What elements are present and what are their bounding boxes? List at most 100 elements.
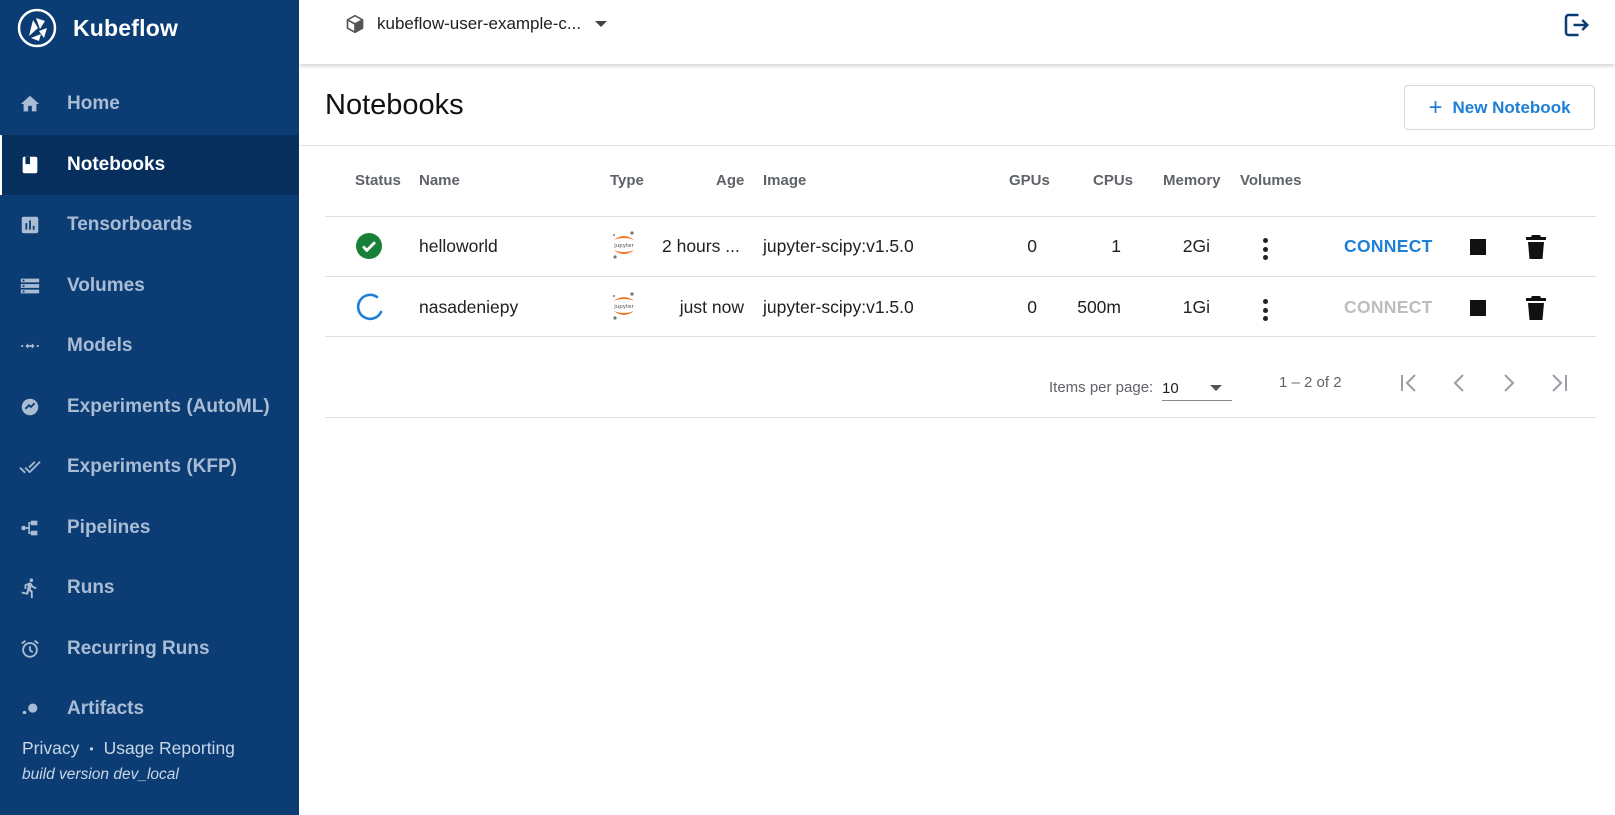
- sidebar-item-label: Experiments (AutoML): [67, 395, 270, 417]
- kubeflow-logo-icon: [17, 8, 57, 48]
- brand-name: Kubeflow: [73, 14, 179, 41]
- notebook-age: just now: [679, 297, 744, 317]
- notebook-name: nasadeniepy: [419, 297, 519, 317]
- footer-links: Privacy • Usage Reporting: [22, 738, 235, 759]
- page-size-select[interactable]: 10: [1162, 373, 1232, 401]
- last-page-icon[interactable]: [1543, 367, 1575, 399]
- notebook-gpus: 0: [1027, 236, 1037, 256]
- chevron-down-icon: [595, 21, 608, 27]
- brand[interactable]: Kubeflow: [17, 8, 178, 48]
- check-circle-icon: [356, 233, 382, 259]
- notebook-name: helloworld: [419, 236, 498, 256]
- previous-page-icon[interactable]: [1443, 367, 1475, 399]
- notebook-age: 2 hours ...: [662, 236, 740, 256]
- cube-icon: [346, 14, 364, 34]
- divider: [299, 145, 1615, 146]
- sidebar-item-label: Runs: [67, 577, 115, 599]
- plus-icon: +: [1428, 93, 1443, 121]
- divider: [325, 417, 1596, 418]
- new-notebook-label: New Notebook: [1452, 97, 1571, 117]
- notebook-cpus: 1: [1111, 236, 1121, 256]
- sidebar-item-label: Notebooks: [67, 153, 166, 175]
- stop-icon[interactable]: [1470, 239, 1486, 255]
- header-image[interactable]: Image: [763, 172, 806, 189]
- sidebar-nav: Home Notebooks Tensorboards Volumes Mode…: [0, 74, 299, 714]
- sidebar-item-notebooks[interactable]: Notebooks: [0, 134, 299, 195]
- next-page-icon[interactable]: [1493, 367, 1525, 399]
- logout-icon[interactable]: [1561, 10, 1591, 40]
- sidebar-item-label: Experiments (KFP): [67, 456, 237, 478]
- privacy-link[interactable]: Privacy: [22, 738, 79, 759]
- svg-text:jupyter: jupyter: [613, 304, 634, 310]
- sidebar-item-label: Volumes: [67, 274, 145, 296]
- notebook-memory: 1Gi: [1182, 297, 1210, 317]
- sidebar-item-volumes[interactable]: Volumes: [0, 256, 299, 317]
- sidebar-item-experiments-kfp[interactable]: Experiments (KFP): [0, 437, 299, 498]
- row-divider: [325, 276, 1596, 277]
- sidebar-item-recurring-runs[interactable]: Recurring Runs: [0, 619, 299, 680]
- header-type[interactable]: Type: [610, 172, 644, 189]
- notebook-memory: 2Gi: [1182, 236, 1210, 256]
- sidebar-item-models[interactable]: Models: [0, 316, 299, 377]
- sidebar-footer: Privacy • Usage Reporting build version …: [22, 738, 235, 784]
- chart-icon: [18, 213, 42, 237]
- jupyter-icon: jupyter: [613, 292, 635, 320]
- sidebar-item-label: Models: [67, 335, 133, 357]
- build-version: build version dev_local: [22, 766, 179, 783]
- footer-separator: •: [89, 741, 94, 756]
- bubble-icon: [18, 697, 42, 714]
- notebook-gpus: 0: [1027, 297, 1037, 317]
- first-page-icon[interactable]: [1393, 367, 1425, 399]
- namespace-selector[interactable]: kubeflow-user-example-c...: [345, 11, 608, 37]
- pipeline-icon: [18, 516, 42, 540]
- new-notebook-button[interactable]: + New Notebook: [1404, 85, 1595, 130]
- sidebar: Kubeflow Home Notebooks Tensorboards Vol…: [0, 0, 299, 815]
- chevron-down-icon: [1210, 385, 1222, 391]
- volumes-menu-button[interactable]: [1262, 299, 1268, 321]
- done-all-icon: [18, 455, 42, 479]
- page-title: Notebooks: [325, 89, 464, 121]
- notebook-icon: [18, 153, 42, 177]
- paginator: Items per page: 10 1 – 2 of 2: [325, 357, 1596, 418]
- connect-button[interactable]: CONNECT: [1344, 236, 1433, 257]
- namespace-label: kubeflow-user-example-c...: [377, 14, 582, 33]
- notebook-image: jupyter-scipy:v1.5.0: [763, 297, 914, 317]
- delete-icon[interactable]: [1524, 234, 1548, 260]
- jupyter-icon: jupyter: [613, 231, 635, 259]
- notebook-cpus: 500m: [1077, 297, 1121, 317]
- connect-button: CONNECT: [1344, 297, 1433, 317]
- sidebar-item-label: Tensorboards: [67, 214, 193, 236]
- header-cpus[interactable]: CPUs: [1093, 172, 1133, 189]
- header-name[interactable]: Name: [419, 172, 460, 189]
- svg-text:jupyter: jupyter: [613, 243, 634, 249]
- arrows-icon: [18, 334, 42, 358]
- header-age[interactable]: Age: [716, 172, 744, 189]
- page-size-value: 10: [1162, 380, 1179, 397]
- stop-icon[interactable]: [1470, 300, 1486, 316]
- sidebar-item-pipelines[interactable]: Pipelines: [0, 498, 299, 559]
- volumes-menu-button[interactable]: [1262, 238, 1268, 260]
- run-icon: [18, 576, 42, 600]
- sidebar-item-label: Pipelines: [67, 516, 151, 538]
- delete-icon[interactable]: [1524, 295, 1548, 321]
- sidebar-item-runs[interactable]: Runs: [0, 558, 299, 619]
- storage-icon: [18, 274, 42, 298]
- page-range-label: 1 – 2 of 2: [1279, 374, 1342, 391]
- automl-icon: [18, 395, 42, 419]
- loading-spinner-icon: [356, 293, 383, 321]
- row-divider: [325, 216, 1596, 217]
- header-gpus[interactable]: GPUs: [1009, 172, 1050, 189]
- header-status[interactable]: Status: [355, 172, 401, 189]
- sidebar-item-artifacts[interactable]: Artifacts: [0, 679, 299, 714]
- sidebar-item-label: Recurring Runs: [67, 637, 210, 659]
- sidebar-item-tensorboards[interactable]: Tensorboards: [0, 195, 299, 256]
- row-divider: [325, 336, 1596, 337]
- notebook-image: jupyter-scipy:v1.5.0: [763, 236, 914, 256]
- sidebar-item-experiments-automl[interactable]: Experiments (AutoML): [0, 377, 299, 438]
- sidebar-item-home[interactable]: Home: [0, 74, 299, 135]
- header-memory[interactable]: Memory: [1163, 172, 1221, 189]
- alarm-icon: [18, 637, 42, 661]
- usage-reporting-link[interactable]: Usage Reporting: [104, 738, 235, 759]
- header-volumes: Volumes: [1240, 172, 1302, 189]
- topbar: kubeflow-user-example-c...: [299, 0, 1615, 64]
